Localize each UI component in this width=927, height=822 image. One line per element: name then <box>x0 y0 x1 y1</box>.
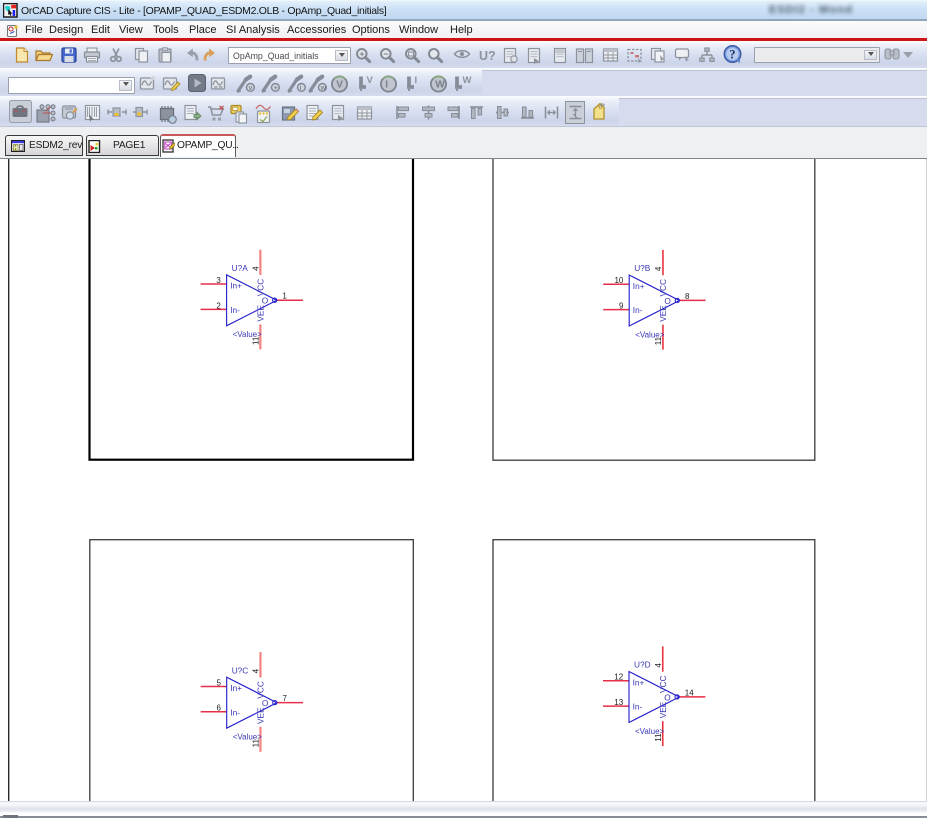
svg-text:In-: In- <box>230 305 240 315</box>
svg-text:U?D: U?D <box>634 660 651 670</box>
svg-text:In-: In- <box>633 305 643 315</box>
svg-text:In+: In+ <box>633 678 645 688</box>
svg-text:4: 4 <box>252 266 261 271</box>
svg-text:1: 1 <box>282 292 287 301</box>
svg-text:In+: In+ <box>633 281 645 291</box>
svg-text:VCC: VCC <box>658 279 668 297</box>
svg-text:I: I <box>385 79 388 90</box>
svg-text:v: v <box>249 83 253 92</box>
svg-text:4: 4 <box>654 266 663 271</box>
svg-text:U?: U? <box>479 49 496 63</box>
svg-text:12: 12 <box>614 673 623 682</box>
svg-text:13: 13 <box>614 698 623 707</box>
svg-text:w: w <box>320 83 327 92</box>
svg-text:In-: In- <box>230 708 240 718</box>
svg-text:VEE: VEE <box>658 702 668 719</box>
svg-text:VCC: VCC <box>256 681 266 699</box>
svg-text:VCC: VCC <box>255 279 265 297</box>
svg-text:11: 11 <box>252 739 261 748</box>
svg-text:VEE: VEE <box>256 707 266 724</box>
svg-text:U?A: U?A <box>232 263 249 273</box>
svg-text:+: + <box>274 83 279 92</box>
svg-text:VEE: VEE <box>255 305 265 322</box>
svg-text:In+: In+ <box>230 281 242 291</box>
svg-text:11: 11 <box>654 733 663 742</box>
svg-text:VEE: VEE <box>658 305 668 322</box>
svg-text:V: V <box>336 79 343 90</box>
svg-text:9: 9 <box>619 302 624 311</box>
svg-text:W: W <box>435 79 445 90</box>
svg-text:11: 11 <box>654 337 663 346</box>
svg-text:?: ? <box>729 47 735 61</box>
svg-text:4: 4 <box>252 669 261 674</box>
svg-text:U?C: U?C <box>232 666 249 676</box>
svg-text:11: 11 <box>252 336 261 345</box>
svg-text:4: 4 <box>654 663 663 668</box>
svg-text:In+: In+ <box>230 683 242 693</box>
svg-text:I: I <box>415 75 418 86</box>
svg-text:In-: In- <box>633 702 643 712</box>
svg-text:VCC: VCC <box>658 676 668 694</box>
svg-text:6: 6 <box>216 704 221 713</box>
svg-text:10: 10 <box>614 276 623 285</box>
svg-text:V: V <box>367 75 374 86</box>
svg-text:W: W <box>463 75 472 86</box>
svg-text:5: 5 <box>216 679 221 688</box>
svg-text:U?B: U?B <box>634 263 651 273</box>
svg-text:8: 8 <box>685 292 690 301</box>
svg-text:14: 14 <box>685 689 694 698</box>
svg-text:3: 3 <box>216 276 221 285</box>
svg-text:2: 2 <box>216 302 221 311</box>
svg-text:7: 7 <box>283 694 288 703</box>
